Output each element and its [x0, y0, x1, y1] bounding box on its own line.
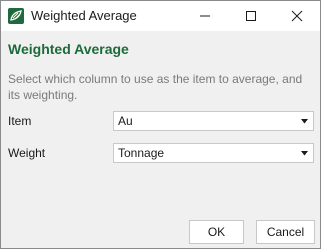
close-button[interactable] [274, 1, 320, 31]
dialog-window: Weighted Average Weighted Average Select… [0, 0, 321, 249]
close-icon [291, 10, 303, 22]
app-leaf-icon [8, 8, 24, 24]
item-select[interactable]: Au [113, 111, 314, 131]
item-select-value: Au [118, 114, 133, 128]
weight-select-value: Tonnage [118, 146, 165, 160]
dropdown-arrow-icon [301, 119, 308, 124]
ok-button[interactable]: OK [189, 220, 244, 244]
dialog-content: Weighted Average Select which column to … [1, 31, 320, 248]
dialog-description: Select which column to use as the item t… [8, 72, 303, 102]
maximize-icon [246, 11, 256, 21]
item-label: Item [8, 114, 32, 128]
title-bar[interactable]: Weighted Average [1, 1, 320, 31]
minimize-button[interactable] [182, 1, 228, 31]
dropdown-arrow-icon [301, 151, 308, 156]
weight-select[interactable]: Tonnage [113, 143, 314, 163]
window-title: Weighted Average [31, 8, 137, 23]
maximize-button[interactable] [228, 1, 274, 31]
minimize-icon [200, 15, 210, 17]
cancel-button[interactable]: Cancel [256, 220, 315, 244]
weight-label: Weight [8, 146, 46, 160]
dialog-heading: Weighted Average [8, 41, 129, 57]
